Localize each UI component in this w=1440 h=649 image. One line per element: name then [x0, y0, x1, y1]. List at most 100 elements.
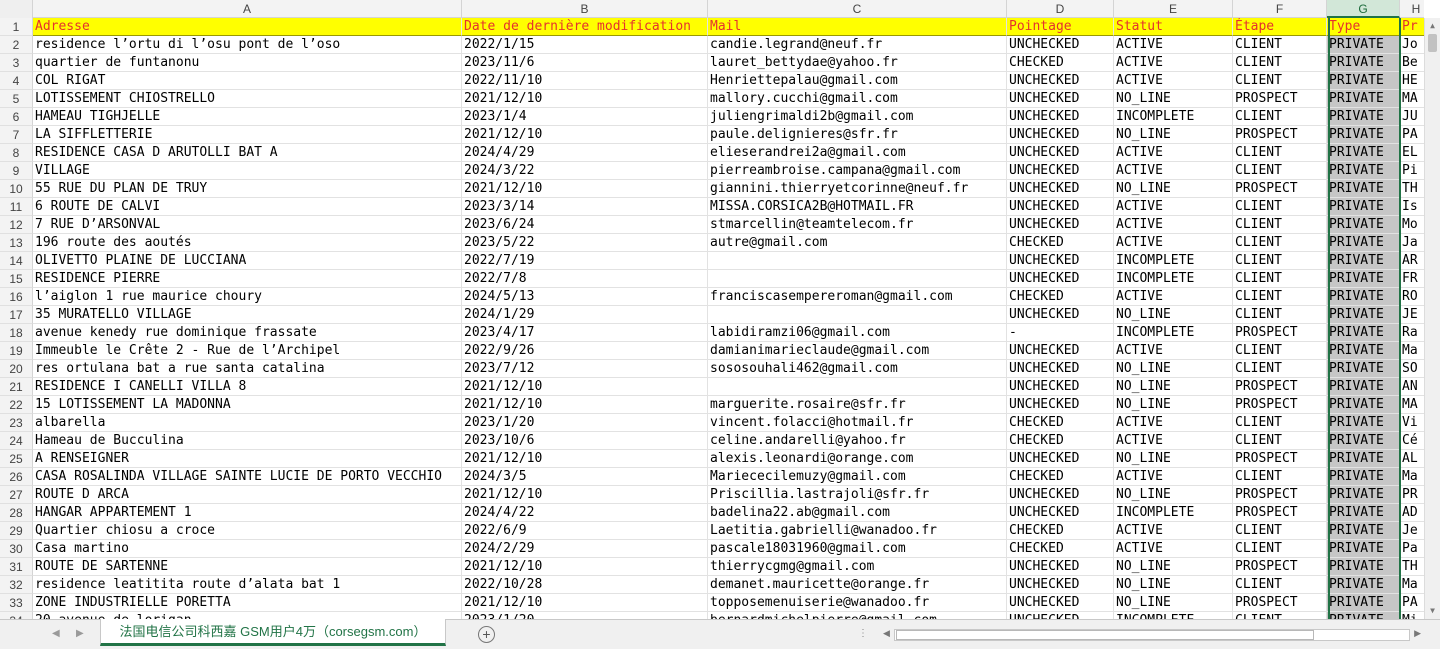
- cell[interactable]: res ortulana bat a rue santa catalina: [33, 360, 462, 378]
- cell[interactable]: Immeuble le Crête 2 - Rue de l’Archipel: [33, 342, 462, 360]
- cell[interactable]: INCOMPLETE: [1114, 108, 1233, 126]
- cell[interactable]: PRIVATE: [1327, 36, 1400, 54]
- row-header[interactable]: 3: [0, 54, 33, 72]
- cell[interactable]: 2021/12/10: [462, 180, 708, 198]
- column-header-h[interactable]: H: [1400, 0, 1424, 18]
- cell[interactable]: labidiramzi06@gmail.com: [708, 324, 1007, 342]
- cell[interactable]: ZONE INDUSTRIELLE PORETTA: [33, 594, 462, 612]
- cell[interactable]: Je: [1400, 522, 1424, 540]
- cell[interactable]: UNCHECKED: [1007, 270, 1114, 288]
- cell[interactable]: ACTIVE: [1114, 234, 1233, 252]
- cell[interactable]: TH: [1400, 180, 1424, 198]
- cell[interactable]: residence leatitita route d’alata bat 1: [33, 576, 462, 594]
- cell[interactable]: UNCHECKED: [1007, 576, 1114, 594]
- cell[interactable]: franciscasempereroman@gmail.com: [708, 288, 1007, 306]
- cell[interactable]: UNCHECKED: [1007, 162, 1114, 180]
- row-header[interactable]: 29: [0, 522, 33, 540]
- cell[interactable]: 2023/10/6: [462, 432, 708, 450]
- row-header[interactable]: 30: [0, 540, 33, 558]
- cell[interactable]: 2023/4/17: [462, 324, 708, 342]
- cell[interactable]: UNCHECKED: [1007, 306, 1114, 324]
- cell[interactable]: bernardmichelpierre@gmail.com: [708, 612, 1007, 619]
- add-sheet-icon[interactable]: +: [478, 626, 495, 643]
- cell[interactable]: 2023/1/20: [462, 414, 708, 432]
- cell[interactable]: thierrycgmg@gmail.com: [708, 558, 1007, 576]
- cell[interactable]: CLIENT: [1233, 270, 1327, 288]
- cell[interactable]: PRIVATE: [1327, 594, 1400, 612]
- cell[interactable]: 2022/7/8: [462, 270, 708, 288]
- cell[interactable]: PRIVATE: [1327, 90, 1400, 108]
- cell[interactable]: ACTIVE: [1114, 36, 1233, 54]
- cell[interactable]: 2024/3/5: [462, 468, 708, 486]
- cell[interactable]: PROSPECT: [1233, 558, 1327, 576]
- cell[interactable]: CHECKED: [1007, 414, 1114, 432]
- cell[interactable]: CLIENT: [1233, 234, 1327, 252]
- cell[interactable]: PRIVATE: [1327, 486, 1400, 504]
- cell[interactable]: CLIENT: [1233, 360, 1327, 378]
- cell[interactable]: PROSPECT: [1233, 324, 1327, 342]
- cell[interactable]: 2024/1/29: [462, 306, 708, 324]
- cell[interactable]: Pa: [1400, 540, 1424, 558]
- cell[interactable]: PRIVATE: [1327, 468, 1400, 486]
- cell[interactable]: PRIVATE: [1327, 612, 1400, 619]
- cell[interactable]: JE: [1400, 306, 1424, 324]
- header-cell[interactable]: Pointage: [1007, 18, 1114, 36]
- cell[interactable]: 6 ROUTE DE CALVI: [33, 198, 462, 216]
- cell[interactable]: CLIENT: [1233, 522, 1327, 540]
- cell[interactable]: UNCHECKED: [1007, 378, 1114, 396]
- cell[interactable]: MA: [1400, 396, 1424, 414]
- vertical-scrollbar[interactable]: ▲ ▼: [1424, 18, 1440, 619]
- cell[interactable]: 196 route des aoutés: [33, 234, 462, 252]
- cell[interactable]: ACTIVE: [1114, 432, 1233, 450]
- cell[interactable]: giannini.thierryetcorinne@neuf.fr: [708, 180, 1007, 198]
- cell[interactable]: PRIVATE: [1327, 576, 1400, 594]
- cell[interactable]: PRIVATE: [1327, 162, 1400, 180]
- row-header[interactable]: 10: [0, 180, 33, 198]
- cell[interactable]: EL: [1400, 144, 1424, 162]
- cell[interactable]: vincent.folacci@hotmail.fr: [708, 414, 1007, 432]
- cell[interactable]: 2021/12/10: [462, 486, 708, 504]
- cell[interactable]: PRIVATE: [1327, 432, 1400, 450]
- cell[interactable]: 2023/11/6: [462, 54, 708, 72]
- cell[interactable]: ACTIVE: [1114, 198, 1233, 216]
- cell[interactable]: PROSPECT: [1233, 486, 1327, 504]
- cell[interactable]: PRIVATE: [1327, 414, 1400, 432]
- cell[interactable]: RESIDENCE I CANELLI VILLA 8: [33, 378, 462, 396]
- cell[interactable]: ROUTE D ARCA: [33, 486, 462, 504]
- cell[interactable]: PRIVATE: [1327, 270, 1400, 288]
- cell[interactable]: CHECKED: [1007, 288, 1114, 306]
- cell[interactable]: CLIENT: [1233, 306, 1327, 324]
- row-header[interactable]: 25: [0, 450, 33, 468]
- cell[interactable]: UNCHECKED: [1007, 612, 1114, 619]
- cell[interactable]: PR: [1400, 486, 1424, 504]
- cell[interactable]: 2021/12/10: [462, 450, 708, 468]
- cell[interactable]: ACTIVE: [1114, 414, 1233, 432]
- cell[interactable]: stmarcellin@teamtelecom.fr: [708, 216, 1007, 234]
- cell[interactable]: Ma: [1400, 342, 1424, 360]
- cell[interactable]: RESIDENCE PIERRE: [33, 270, 462, 288]
- header-cell[interactable]: Statut: [1114, 18, 1233, 36]
- cell[interactable]: TH: [1400, 558, 1424, 576]
- cell[interactable]: UNCHECKED: [1007, 108, 1114, 126]
- row-header[interactable]: 1: [0, 18, 33, 36]
- cell[interactable]: PRIVATE: [1327, 306, 1400, 324]
- row-header[interactable]: 26: [0, 468, 33, 486]
- row-header[interactable]: 8: [0, 144, 33, 162]
- next-sheet-icon[interactable]: ▶: [76, 628, 84, 639]
- cell[interactable]: 2023/3/14: [462, 198, 708, 216]
- cell[interactable]: OLIVETTO PLAINE DE LUCCIANA: [33, 252, 462, 270]
- cell[interactable]: 2021/12/10: [462, 90, 708, 108]
- cell[interactable]: NO_LINE: [1114, 450, 1233, 468]
- cell[interactable]: INCOMPLETE: [1114, 252, 1233, 270]
- cell[interactable]: ACTIVE: [1114, 342, 1233, 360]
- cell[interactable]: Priscillia.lastrajoli@sfr.fr: [708, 486, 1007, 504]
- cell[interactable]: PRIVATE: [1327, 288, 1400, 306]
- cell[interactable]: Vi: [1400, 414, 1424, 432]
- cell[interactable]: CLIENT: [1233, 216, 1327, 234]
- row-header[interactable]: 9: [0, 162, 33, 180]
- cell[interactable]: PRIVATE: [1327, 396, 1400, 414]
- cell[interactable]: Pi: [1400, 162, 1424, 180]
- cell[interactable]: 2023/1/20: [462, 612, 708, 619]
- cell[interactable]: PRIVATE: [1327, 216, 1400, 234]
- cell[interactable]: PRIVATE: [1327, 540, 1400, 558]
